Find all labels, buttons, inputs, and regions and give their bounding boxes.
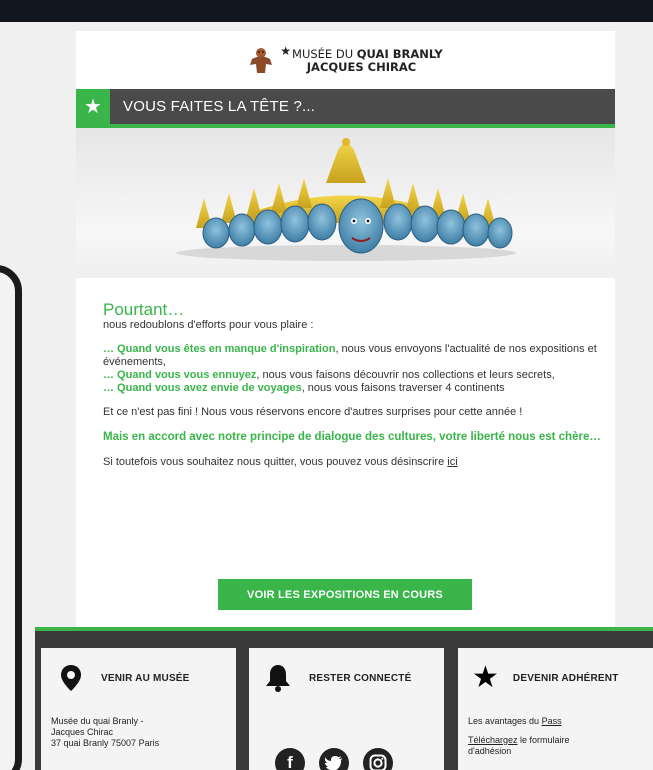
member-title: DEVENIR ADHÉRENT (512, 672, 619, 684)
visit-title: VENIR AU MUSÉE (101, 672, 190, 684)
intro-text: nous redoublons d'efforts pour vous plai… (103, 319, 314, 331)
top-bar (0, 0, 653, 22)
visit-address: Musée du quai Branly - Jacques Chirac 37… (51, 716, 159, 749)
location-pin-icon (61, 665, 81, 691)
email-content: Pourtant… nous redoublons d'efforts pour… (103, 301, 603, 469)
star-icon: ★ (472, 661, 499, 694)
unsubscribe-text: Si toutefois vous souhaitez nous quitter… (103, 456, 603, 469)
freedom-text: Mais en accord avec notre principe de di… (103, 431, 601, 443)
item-text: , nous vous faisons découvrir nos collec… (256, 369, 555, 381)
statue-logo-icon (250, 47, 273, 73)
email-body: ★MUSÉE DU QUAI BRANLY JACQUES CHIRAC ★ V… (76, 31, 615, 631)
item-highlight: … Quand vous avez envie de voyages (103, 382, 302, 394)
footer: VENIR AU MUSÉE Musée du quai Branly - Ja… (35, 627, 653, 770)
hero-image (76, 128, 615, 278)
logo-star-icon: ★ (280, 44, 292, 58)
list-item: … Quand vous vous ennuyez, nous vous fai… (103, 369, 603, 382)
content-heading: Pourtant… (103, 300, 185, 319)
form-label-continued: d'adhésion (468, 746, 512, 756)
visit-card[interactable]: VENIR AU MUSÉE Musée du quai Branly - Ja… (41, 648, 236, 770)
connect-title: RESTER CONNECTÉ (309, 672, 412, 684)
device-frame-edge (0, 265, 22, 770)
item-text: , nous vous faisons traverser 4 continen… (301, 382, 505, 394)
see-exhibitions-button[interactable]: VOIR LES EXPOSITIONS EN COURS (218, 579, 472, 610)
connect-card: RESTER CONNECTÉ f (249, 648, 444, 770)
pass-link[interactable]: Pass (542, 716, 562, 726)
star-icon: ★ (76, 89, 110, 124)
twitter-icon[interactable] (319, 748, 349, 770)
surprise-text: Et ce n'est pas fini ! Nous vous réservo… (103, 406, 523, 418)
unsubscribe-link[interactable]: ici (447, 456, 457, 468)
unsubscribe-label: Si toutefois vous souhaitez nous quitter… (103, 456, 445, 468)
bell-icon (266, 665, 290, 692)
member-text: Les avantages du Pass Téléchargez le for… (468, 716, 570, 757)
facebook-icon[interactable]: f (275, 748, 305, 770)
museum-logo[interactable]: ★MUSÉE DU QUAI BRANLY JACQUES CHIRAC (76, 31, 615, 88)
instagram-icon[interactable] (363, 748, 393, 770)
logo-text: ★MUSÉE DU QUAI BRANLY JACQUES CHIRAC (280, 45, 442, 74)
item-highlight: … Quand vous êtes en manque d'inspiratio… (103, 343, 336, 355)
form-label: le formulaire (520, 735, 570, 745)
pass-label: Les avantages du (468, 716, 540, 726)
ravana-mask-image (176, 138, 516, 261)
logo-line1-prefix: MUSÉE DU (292, 47, 354, 61)
address-line: Musée du quai Branly - (51, 716, 144, 726)
title-banner: ★ VOUS FAITES LA TÊTE ?... (76, 89, 615, 128)
list-item: … Quand vous êtes en manque d'inspiratio… (103, 343, 603, 369)
address-line: Jacques Chirac (51, 727, 114, 737)
membership-card[interactable]: ★ DEVENIR ADHÉRENT Les avantages du Pass… (458, 648, 653, 770)
download-link[interactable]: Téléchargez (468, 735, 518, 745)
social-links: f (275, 748, 393, 770)
logo-line2: JACQUES CHIRAC (306, 60, 417, 74)
item-highlight: … Quand vous vous ennuyez (103, 369, 257, 381)
address-line: 37 quai Branly 75007 Paris (51, 738, 160, 748)
list-item: … Quand vous avez envie de voyages, nous… (103, 382, 603, 395)
logo-line1-bold: QUAI BRANLY (356, 47, 443, 61)
banner-title: VOUS FAITES LA TÊTE ?... (123, 98, 316, 115)
